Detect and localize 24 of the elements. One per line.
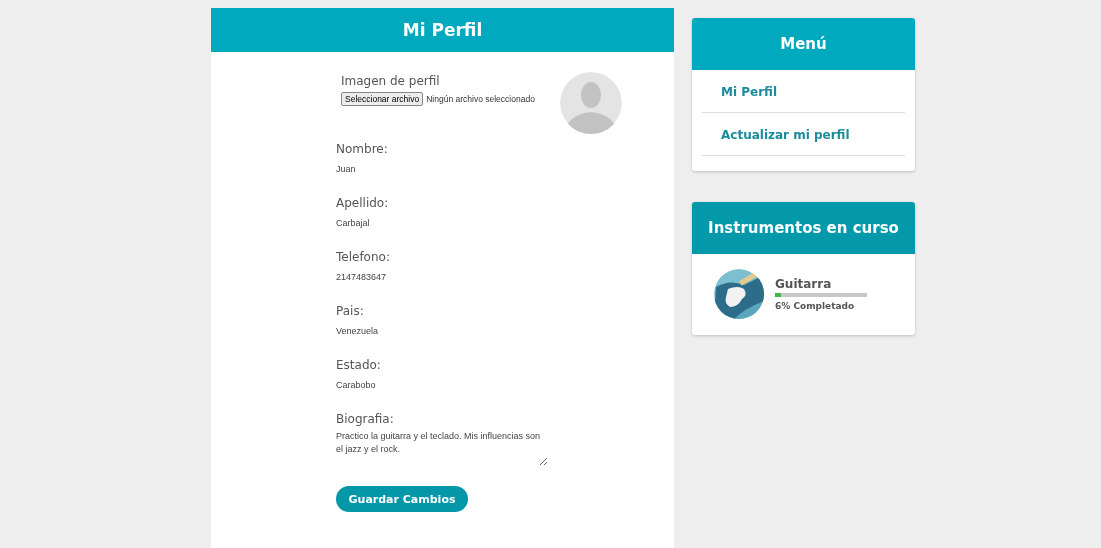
field-value: 2147483647 [336, 272, 388, 282]
field-label: Telefono: [336, 250, 391, 264]
field-label: Pais: [336, 304, 365, 318]
menu-link[interactable]: Actualizar mi perfil [702, 113, 905, 156]
save-button[interactable]: Guardar Cambios [336, 486, 468, 512]
avatar-icon [560, 72, 622, 134]
field-value: Venezuela [336, 326, 380, 336]
field-value: Carabobo [336, 380, 377, 390]
field-label: Nombre: [336, 142, 389, 156]
panel-title: Mi Perfil [402, 20, 483, 40]
progress-text: 6% Completado [775, 301, 856, 311]
field-value: Carbajal [336, 218, 371, 228]
field-value: Juan [336, 164, 357, 174]
menu-link[interactable]: Mi Perfil [702, 70, 905, 113]
field-label: Estado: [336, 358, 382, 372]
card-title: Menú [780, 35, 827, 53]
card-title: Instrumentos en curso [708, 219, 899, 237]
bio-field[interactable]: Practico la guitarra y el teclado. Mis influencias son el jazz y el rock. [336, 430, 548, 466]
field-label: Biografia: [336, 412, 395, 426]
file-button[interactable]: Seleccionar archivo [341, 92, 424, 106]
instrument-name: Guitarra [775, 277, 833, 291]
file-status: Ningún archivo seleccionado [426, 94, 535, 104]
field-label: Imagen de perfil [341, 74, 441, 88]
field-label: Apellido: [336, 196, 390, 210]
